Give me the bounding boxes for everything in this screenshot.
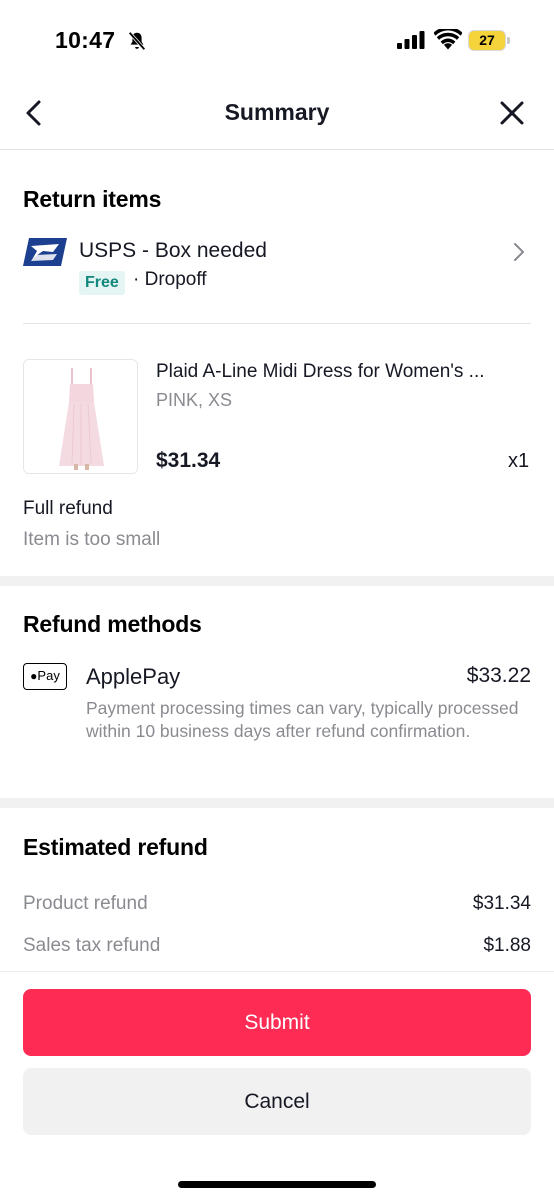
- chevron-right-icon[interactable]: [510, 242, 528, 262]
- product-refund-label: Product refund: [23, 893, 148, 914]
- refund-type: Full refund: [23, 498, 113, 519]
- cellular-signal-icon: [397, 31, 425, 49]
- product-price: $31.34: [156, 449, 221, 472]
- return-reason: Item is too small: [23, 529, 161, 550]
- refund-methods-title: Refund methods: [23, 611, 202, 637]
- battery-level: 27: [479, 32, 495, 48]
- sales-tax-refund-label: Sales tax refund: [23, 935, 161, 956]
- nav-bar: Summary: [0, 80, 554, 150]
- apple-pay-logo: ●Pay: [23, 663, 67, 690]
- estimated-refund-title: Estimated refund: [23, 834, 208, 860]
- battery-cap: [507, 37, 510, 44]
- section-divider: [0, 798, 554, 808]
- battery-icon: 27: [468, 30, 510, 51]
- shipping-method: · Dropoff: [133, 269, 207, 290]
- home-indicator: [178, 1181, 376, 1188]
- free-badge: Free: [79, 271, 125, 295]
- payment-method-amount: $33.22: [466, 664, 531, 687]
- product-variant: PINK, XS: [156, 390, 233, 410]
- wifi-icon: [434, 29, 462, 50]
- payment-processing-note: Payment processing times can vary, typic…: [86, 698, 519, 741]
- shipping-carrier[interactable]: USPS - Box needed: [79, 239, 267, 263]
- product-quantity: x1: [508, 450, 530, 472]
- apple-pay-logo-text: Pay: [37, 668, 60, 683]
- sales-tax-refund-value: $1.88: [483, 935, 531, 956]
- divider: [23, 323, 531, 324]
- usps-eagle-logo: [23, 238, 67, 266]
- bell-muted-icon: [128, 31, 146, 51]
- payment-method-name: ApplePay: [86, 664, 181, 689]
- product-image[interactable]: [23, 359, 138, 474]
- product-refund-value: $31.34: [472, 893, 531, 914]
- return-items-title: Return items: [23, 186, 162, 212]
- section-divider: [0, 576, 554, 586]
- status-bar: 10:47 27: [0, 0, 554, 80]
- cancel-button[interactable]: Cancel: [23, 1068, 531, 1135]
- product-title[interactable]: Plaid A-Line Midi Dress for Women's ...: [156, 361, 531, 383]
- page-title: Summary: [224, 99, 330, 125]
- close-icon[interactable]: [497, 98, 527, 128]
- status-time: 10:47: [55, 27, 116, 53]
- submit-button[interactable]: Submit: [23, 989, 531, 1056]
- dress-image: [24, 360, 137, 473]
